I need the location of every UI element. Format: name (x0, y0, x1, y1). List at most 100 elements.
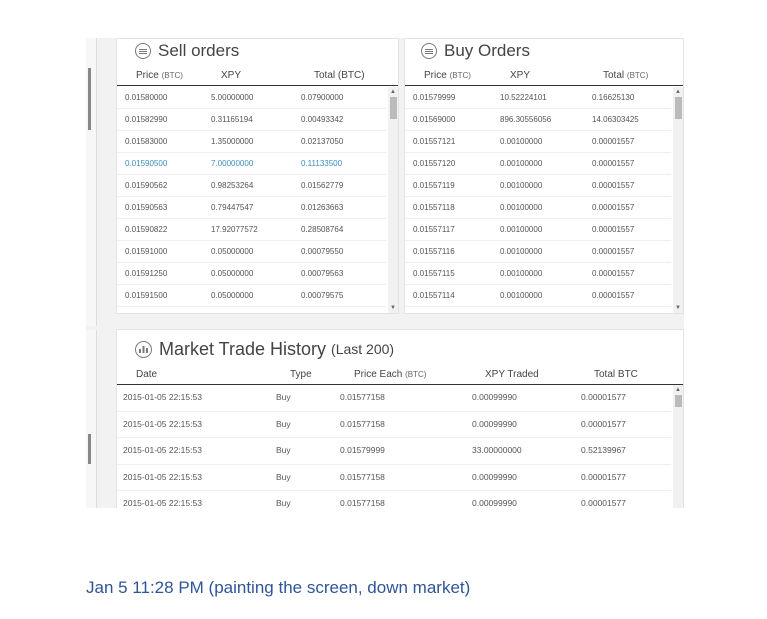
trade-history-title: Market Trade History (159, 338, 327, 359)
trade-row[interactable]: 2015-01-05 22:15:53 Buy 0.01577158 0.000999… (117, 491, 671, 508)
order-row[interactable]: 0.01557118 0.00100000 0.00001557 (405, 197, 671, 219)
xpy-cell: 0.79447547 (211, 203, 254, 212)
order-row[interactable]: 0.01580000 5.00000000 0.07900000 (117, 87, 386, 109)
list-circle-icon (421, 43, 437, 59)
type-cell: Buy (276, 418, 291, 429)
price-cell: 0.01557119 (413, 181, 455, 190)
order-row[interactable]: 0.01557120 0.00100000 0.00001557 (405, 153, 671, 175)
buy-orders-scrollbar[interactable]: ▲ ▼ (673, 87, 683, 313)
sell-orders-panel: Sell orders Price (BTC) XPY Total (BTC) … (116, 38, 399, 314)
scroll-up-icon[interactable]: ▲ (673, 385, 683, 395)
trade-row[interactable]: 2015-01-05 22:15:53 Buy 0.01579999 33.00000… (117, 438, 671, 465)
order-row[interactable]: 0.01591500 0.05000000 0.00079575 (117, 285, 386, 307)
xpy-cell: 0.05000000 (211, 307, 253, 313)
total-cell: 0.11133500 (301, 159, 343, 168)
date-cell: 2015-01-05 22:15:53 (123, 498, 202, 508)
xpy-cell: 0.05000000 (211, 291, 254, 300)
trade-row[interactable]: 2015-01-05 22:15:53 Buy 0.01577158 0.000999… (117, 412, 671, 438)
scroll-up-icon[interactable]: ▲ (673, 87, 683, 97)
total-cell: 0.28508764 (301, 225, 344, 234)
total-cell: 0.00001557 (592, 247, 635, 256)
list-circle-icon (135, 43, 151, 59)
trade-history-rows: 2015-01-05 22:15:53 Buy 0.01577158 0.000999… (117, 385, 671, 508)
col-xpy-traded[interactable]: XPY Traded (485, 366, 539, 384)
order-row[interactable]: 0.01590563 0.79447547 0.01263663 (117, 197, 386, 219)
order-row[interactable]: 0.01591000 0.05000000 0.00079550 (117, 241, 386, 263)
col-total[interactable]: Total (BTC) (314, 67, 365, 85)
trade-history-panel: Market Trade History (Last 200) Date Typ… (116, 329, 684, 508)
col-price[interactable]: Price (BTC) (424, 67, 471, 85)
order-row[interactable]: 0.01569000 896.30556056 14.06303425 (405, 109, 671, 131)
date-cell: 2015-01-05 22:15:53 (123, 445, 202, 455)
xpy-cell: 0.00100000 (500, 225, 543, 234)
price-cell: 0.01557120 (413, 159, 456, 168)
price-cell: 0.01577158 (340, 418, 385, 429)
col-xpy[interactable]: XPY (221, 67, 241, 85)
price-cell: 0.01557113 (413, 307, 455, 313)
xpy-cell: 1.35000000 (211, 137, 254, 146)
xpy-cell: 0.98253264 (211, 181, 254, 190)
col-xpy[interactable]: XPY (510, 67, 530, 85)
scroll-thumb[interactable] (675, 97, 682, 119)
order-row[interactable]: 0.01591750 0.05000000 0.00079588 (117, 307, 386, 313)
order-row[interactable]: 0.01557117 0.00100000 0.00001557 (405, 219, 671, 241)
price-cell: 0.01590500 (125, 159, 168, 168)
trade-history-scrollbar[interactable]: ▲ (673, 385, 683, 508)
order-row[interactable]: 0.01557121 0.00100000 0.00001557 (405, 131, 671, 153)
order-row[interactable]: 0.01557114 0.00100000 0.00001557 (405, 285, 671, 307)
xpy-cell: 0.05000000 (211, 269, 254, 278)
order-row[interactable]: 0.01591250 0.05000000 0.00079563 (117, 263, 386, 285)
scroll-up-icon[interactable]: ▲ (388, 87, 398, 97)
price-cell: 0.01590562 (125, 181, 168, 190)
sell-orders-scrollbar[interactable]: ▲ ▼ (388, 87, 398, 313)
xpy-cell: 0.00100000 (500, 137, 543, 146)
col-price[interactable]: Price (BTC) (136, 67, 183, 85)
total-cell: 14.06303425 (592, 115, 639, 124)
price-cell: 0.01557117 (413, 225, 455, 234)
total-cell: 0.01562779 (301, 181, 344, 190)
trade-row[interactable]: 2015-01-05 22:15:53 Buy 0.01577158 0.000999… (117, 385, 671, 412)
traded-cell: 0.00099990 (472, 498, 517, 508)
screenshot-caption: Jan 5 11:28 PM (painting the screen, dow… (86, 578, 471, 597)
scroll-thumb[interactable] (390, 97, 397, 119)
total-cell: 0.00001557 (592, 137, 635, 146)
total-cell: 0.00079575 (301, 291, 344, 300)
total-cell: 0.00079588 (301, 307, 343, 313)
order-row[interactable]: 0.01557116 0.00100000 0.00001557 (405, 241, 671, 263)
order-row[interactable]: 0.01557119 0.00100000 0.00001557 (405, 175, 671, 197)
trade-history-subtitle: (Last 200) (331, 341, 395, 357)
order-row[interactable]: 0.01582990 0.31165194 0.00493342 (117, 109, 386, 131)
buy-orders-title: Buy Orders (444, 41, 530, 60)
col-total[interactable]: Total (BTC) (603, 67, 648, 85)
sell-orders-rows: 0.01580000 5.00000000 0.07900000 0.01582990… (117, 87, 386, 313)
col-date[interactable]: Date (136, 366, 157, 384)
xpy-cell: 0.00100000 (500, 181, 543, 190)
order-row[interactable]: 0.01583000 1.35000000 0.02137050 (117, 131, 386, 153)
sell-orders-header: Sell orders (117, 39, 398, 63)
type-cell: Buy (276, 471, 291, 482)
scroll-down-icon[interactable]: ▼ (673, 303, 683, 313)
trade-row[interactable]: 2015-01-05 22:15:53 Buy 0.01577158 0.000999… (117, 465, 671, 491)
xpy-cell: 0.31165194 (211, 115, 253, 124)
total-cell: 0.00001577 (581, 392, 626, 402)
traded-cell: 0.00099990 (472, 392, 517, 402)
col-type[interactable]: Type (290, 366, 312, 384)
order-row[interactable]: 0.01557115 0.00100000 0.00001557 (405, 263, 671, 285)
price-cell: 0.01577158 (340, 498, 385, 508)
order-row[interactable]: 0.01579999 10.52224101 0.16625130 (405, 87, 671, 109)
price-cell: 0.01591250 (125, 269, 168, 278)
traded-cell: 0.00099990 (472, 471, 517, 482)
buy-orders-header: Buy Orders (405, 39, 683, 63)
order-row[interactable]: 0.01590562 0.98253264 0.01562779 (117, 175, 386, 197)
scroll-down-icon[interactable]: ▼ (388, 303, 398, 313)
col-price-each[interactable]: Price Each (BTC) (354, 366, 426, 384)
total-cell: 0.00001557 (592, 307, 634, 313)
order-row[interactable]: 0.01557113 0.00100000 0.00001557 (405, 307, 671, 313)
order-row[interactable]: 0.01590500 7.00000000 0.11133500 (117, 153, 386, 175)
col-total-btc[interactable]: Total BTC (594, 366, 638, 384)
total-cell: 0.00001557 (592, 181, 635, 190)
scroll-thumb[interactable] (675, 395, 682, 407)
total-cell: 0.00079550 (301, 247, 344, 256)
order-row[interactable]: 0.01590822 17.92077572 0.28508764 (117, 219, 386, 241)
xpy-cell: 0.00100000 (500, 247, 543, 256)
